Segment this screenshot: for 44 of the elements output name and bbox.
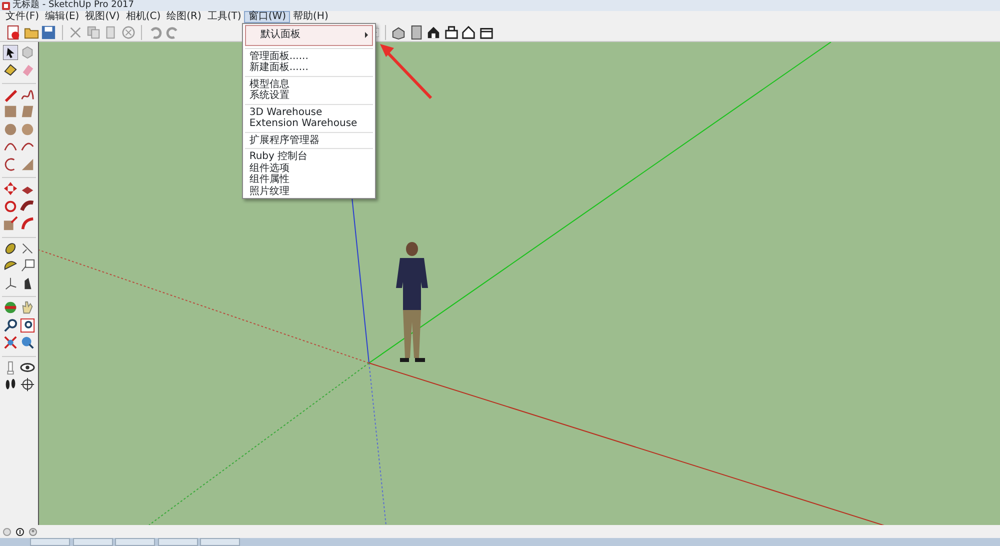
menu-option[interactable]: 组件属性 (245, 174, 374, 186)
menu-item[interactable]: 编辑(E) (42, 11, 82, 23)
circle-icon[interactable] (2, 122, 18, 136)
rotate-icon[interactable] (2, 198, 18, 214)
menu-item[interactable]: 窗口(W) (244, 11, 290, 23)
paint-bucket-icon[interactable] (2, 62, 18, 77)
menu-item[interactable]: 帮助(H) (290, 11, 332, 23)
menu-option[interactable]: 组件选项 (245, 162, 374, 174)
menu-option[interactable]: 系统设置 (245, 90, 374, 102)
annotation-arrow (380, 44, 432, 100)
menu-option[interactable]: Ruby 控制台 (245, 151, 374, 162)
magnifier-icon[interactable] (2, 318, 18, 332)
zoom-previous-icon[interactable] (20, 335, 36, 350)
menu-item[interactable]: 视图(V) (82, 11, 123, 23)
submenu-arrow-icon (365, 32, 368, 38)
menu-option[interactable]: 默认面板 (245, 25, 374, 46)
tape-measure-icon[interactable] (2, 240, 18, 256)
menu-option[interactable]: 新建面板...... (245, 62, 374, 74)
orbit-icon[interactable] (2, 300, 18, 315)
move-icon[interactable] (2, 181, 18, 196)
dimension-icon[interactable] (20, 240, 36, 256)
menu-item[interactable]: 绘图(R) (164, 11, 204, 23)
pie-icon[interactable] (20, 156, 36, 172)
protractor-icon[interactable] (2, 258, 18, 273)
zoom-window-icon[interactable] (20, 318, 36, 332)
new-file-icon[interactable] (6, 24, 21, 40)
menu-option[interactable]: Extension Warehouse (245, 118, 374, 130)
menu-option[interactable]: 模型信息 (245, 78, 374, 90)
menu-option[interactable]: 管理面板...... (245, 50, 374, 62)
zoom-extents-icon[interactable] (2, 335, 18, 350)
menu-item[interactable]: 文件(F) (2, 11, 42, 23)
menu-item[interactable]: 相机(C) (122, 11, 164, 23)
cursor-icon[interactable] (2, 44, 18, 60)
menu-option[interactable]: 照片纹理 (245, 186, 374, 197)
menu-item[interactable]: 工具(T) (204, 11, 244, 23)
menu-option[interactable]: 扩展程序管理器 (245, 134, 374, 146)
window-title: 无标题 - SketchUp Pro 2017 (12, 0, 134, 10)
save-icon[interactable] (41, 24, 56, 40)
menu-option[interactable]: 3D Warehouse (245, 106, 374, 118)
text-label-icon[interactable] (20, 258, 36, 273)
axes-icon[interactable] (2, 276, 18, 290)
scale-icon[interactable] (2, 216, 18, 231)
app-logo-icon (2, 2, 10, 10)
rectangle-icon[interactable] (2, 104, 18, 119)
